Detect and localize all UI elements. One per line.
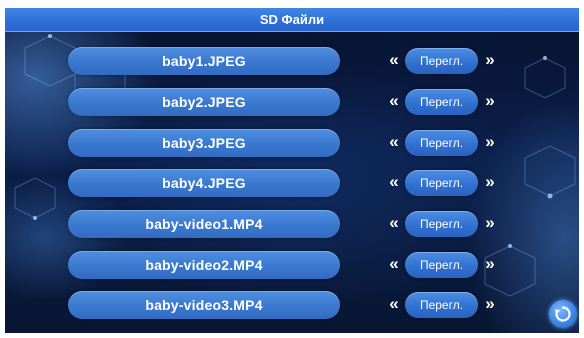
sd-files-screen: SD Файли baby1.JPEG « Перегл. » baby2.JP… (5, 8, 579, 333)
double-chevron-left-icon[interactable]: « (386, 130, 402, 154)
file-row: baby4.JPEG « Перегл. » (5, 169, 579, 197)
file-row: baby-video3.MP4 « Перегл. » (5, 291, 579, 319)
double-chevron-left-icon[interactable]: « (386, 170, 402, 194)
double-chevron-left-icon[interactable]: « (386, 89, 402, 113)
double-chevron-right-icon[interactable]: » (482, 48, 498, 72)
file-name-item[interactable]: baby3.JPEG (68, 129, 340, 157)
double-chevron-left-icon[interactable]: « (386, 211, 402, 235)
file-row: baby-video2.MP4 « Перегл. » (5, 251, 579, 279)
double-chevron-left-icon[interactable]: « (386, 292, 402, 316)
file-name-item[interactable]: baby-video3.MP4 (68, 291, 340, 319)
file-row: baby1.JPEG « Перегл. » (5, 47, 579, 75)
view-button[interactable]: Перегл. (405, 89, 478, 115)
file-name-item[interactable]: baby-video2.MP4 (68, 251, 340, 279)
view-button[interactable]: Перегл. (405, 130, 478, 156)
double-chevron-left-icon[interactable]: « (386, 252, 402, 276)
file-row: baby-video1.MP4 « Перегл. » (5, 210, 579, 238)
double-chevron-right-icon[interactable]: » (482, 89, 498, 113)
double-chevron-right-icon[interactable]: » (482, 292, 498, 316)
view-button[interactable]: Перегл. (405, 252, 478, 278)
file-row: baby2.JPEG « Перегл. » (5, 88, 579, 116)
view-button[interactable]: Перегл. (405, 170, 478, 196)
title-bar: SD Файли (5, 8, 579, 32)
double-chevron-right-icon[interactable]: » (482, 211, 498, 235)
file-name-item[interactable]: baby2.JPEG (68, 88, 340, 116)
view-button[interactable]: Перегл. (405, 292, 478, 318)
file-name-item[interactable]: baby1.JPEG (68, 47, 340, 75)
double-chevron-left-icon[interactable]: « (386, 48, 402, 72)
double-chevron-right-icon[interactable]: » (482, 130, 498, 154)
file-name-item[interactable]: baby-video1.MP4 (68, 210, 340, 238)
file-row: baby3.JPEG « Перегл. » (5, 129, 579, 157)
back-icon (554, 306, 571, 322)
view-button[interactable]: Перегл. (405, 211, 478, 237)
file-name-item[interactable]: baby4.JPEG (68, 169, 340, 197)
double-chevron-right-icon[interactable]: » (482, 170, 498, 194)
double-chevron-right-icon[interactable]: » (482, 252, 498, 276)
page-title: SD Файли (259, 12, 325, 27)
view-button[interactable]: Перегл. (405, 48, 478, 74)
back-button[interactable] (549, 300, 577, 328)
